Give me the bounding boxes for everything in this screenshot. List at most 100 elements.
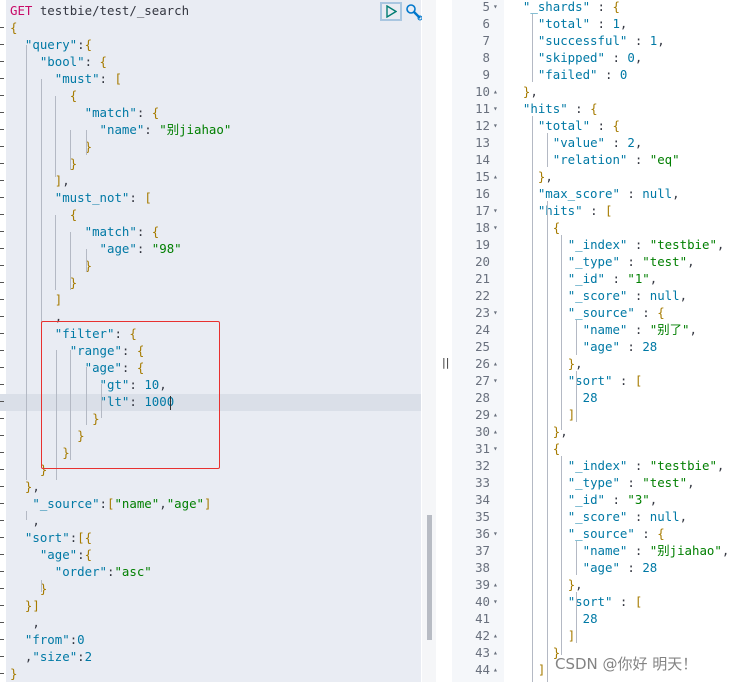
fold-arrow-icon[interactable]: ▾ [493, 0, 498, 15]
fold-marker[interactable] [0, 435, 4, 436]
unfold-arrow-icon[interactable]: ▴ [493, 644, 498, 661]
fold-marker[interactable] [0, 214, 4, 215]
code-line[interactable]: }, [10, 478, 40, 495]
fold-arrow-icon[interactable]: ▾ [493, 117, 498, 134]
run-request-button[interactable] [380, 2, 402, 21]
fold-arrow-icon[interactable]: ▾ [493, 219, 498, 236]
code-line[interactable]: ] [10, 291, 62, 308]
fold-marker[interactable] [0, 571, 4, 572]
fold-marker[interactable] [0, 656, 4, 657]
fold-marker[interactable] [0, 61, 4, 62]
request-pane[interactable]: GET testbie/test/_search{ "query":{ "boo… [0, 0, 423, 682]
pane-resizer[interactable] [436, 0, 452, 682]
punctuation [508, 271, 568, 286]
colon: : [627, 322, 643, 337]
fold-marker[interactable] [0, 112, 4, 113]
unfold-arrow-icon[interactable]: ▴ [493, 423, 498, 440]
code-line[interactable]: "must_not": [ [10, 189, 152, 206]
code-line[interactable]: } [10, 155, 77, 172]
fold-marker[interactable] [0, 554, 4, 555]
fold-arrow-icon[interactable]: ▾ [493, 100, 498, 117]
fold-marker[interactable] [0, 639, 4, 640]
fold-arrow-icon[interactable]: ▾ [493, 202, 498, 219]
fold-marker[interactable] [0, 520, 4, 521]
response-pane[interactable]: 5 ▾ 6 7 8 9 10 ▴ 11 ▾ 12 ▾ 13 14 15 ▴ 16 17 ▾ 18 ▾ 19 20 21 22 23… [452, 0, 740, 682]
fold-marker[interactable] [0, 231, 4, 232]
code-line[interactable]: "bool": { [10, 53, 107, 70]
fold-marker[interactable] [0, 44, 4, 45]
code-line[interactable]: "order":"asc" [10, 563, 152, 580]
code-line[interactable]: "match": { [10, 223, 160, 240]
fold-marker[interactable] [0, 486, 4, 487]
code-line[interactable]: , [10, 614, 39, 631]
fold-marker[interactable] [0, 265, 4, 266]
fold-marker[interactable] [0, 418, 4, 419]
code-line[interactable]: { [10, 206, 77, 223]
unfold-arrow-icon[interactable]: ▴ [493, 406, 498, 423]
code-line[interactable]: { [10, 87, 77, 104]
colon: : [627, 33, 643, 48]
resize-handle-icon[interactable]: || [442, 356, 449, 369]
unfold-arrow-icon[interactable]: ▴ [493, 576, 498, 593]
fold-marker[interactable] [0, 401, 4, 402]
fold-marker[interactable] [0, 537, 4, 538]
wrench-icon[interactable] [405, 3, 423, 21]
code-line[interactable]: ,"size":2 [10, 648, 92, 665]
fold-arrow-icon[interactable]: ▾ [493, 304, 498, 321]
line-number: 11 [475, 101, 490, 116]
code-line[interactable]: , [10, 512, 39, 529]
code-line[interactable]: "age":{ [10, 546, 92, 563]
fold-marker[interactable] [0, 27, 4, 28]
fold-arrow-icon[interactable]: ▾ [493, 372, 498, 389]
fold-marker[interactable] [0, 282, 4, 283]
unfold-arrow-icon[interactable]: ▴ [493, 83, 498, 100]
fold-arrow-icon[interactable]: ▾ [493, 440, 498, 457]
fold-marker[interactable] [0, 469, 4, 470]
fold-arrow-icon[interactable]: ▾ [493, 593, 498, 610]
fold-marker[interactable] [0, 146, 4, 147]
fold-marker[interactable] [0, 180, 4, 181]
fold-marker[interactable] [0, 163, 4, 164]
punctuation: , [62, 173, 70, 188]
fold-marker[interactable] [0, 622, 4, 623]
fold-arrow-icon[interactable]: ▾ [493, 525, 498, 542]
code-line[interactable]: }] [10, 597, 40, 614]
fold-marker[interactable] [0, 316, 4, 317]
unfold-arrow-icon[interactable]: ▴ [493, 355, 498, 372]
code-line[interactable]: "age": "98" [10, 240, 182, 257]
fold-marker[interactable] [0, 78, 4, 79]
fold-marker[interactable] [0, 503, 4, 504]
code-line[interactable]: { [10, 19, 17, 36]
code-line[interactable]: "from":0 [10, 631, 85, 648]
code-line[interactable]: } [10, 257, 92, 274]
fold-marker[interactable] [0, 588, 4, 589]
code-line[interactable]: "_source":["name","age"] [10, 495, 211, 512]
fold-marker[interactable] [0, 95, 4, 96]
fold-marker[interactable] [0, 452, 4, 453]
code-line[interactable]: ], [10, 172, 70, 189]
fold-marker[interactable] [0, 197, 4, 198]
fold-marker[interactable] [0, 333, 4, 334]
fold-marker[interactable] [0, 673, 4, 674]
fold-marker[interactable] [0, 248, 4, 249]
fold-marker[interactable] [0, 605, 4, 606]
unfold-arrow-icon[interactable]: ▴ [493, 627, 498, 644]
response-line: { [508, 440, 560, 457]
code-line[interactable]: GET testbie/test/_search [10, 2, 189, 19]
fold-marker[interactable] [0, 367, 4, 368]
code-line[interactable]: } [10, 138, 92, 155]
code-line[interactable]: } [10, 274, 77, 291]
code-line[interactable]: "match": { [10, 104, 160, 121]
code-line[interactable]: "name": "别jiahao" [10, 121, 232, 138]
fold-marker[interactable] [0, 350, 4, 351]
code-line[interactable]: } [10, 665, 17, 682]
unfold-arrow-icon[interactable]: ▴ [493, 661, 498, 678]
fold-marker[interactable] [0, 299, 4, 300]
fold-marker[interactable] [0, 384, 4, 385]
unfold-arrow-icon[interactable]: ▴ [493, 168, 498, 185]
code-line[interactable]: "sort":[{ [10, 529, 92, 546]
line-number: 27 [475, 373, 490, 388]
code-line[interactable]: "query":{ [10, 36, 92, 53]
fold-marker[interactable] [0, 129, 4, 130]
scrollbar-thumb[interactable] [427, 515, 432, 640]
